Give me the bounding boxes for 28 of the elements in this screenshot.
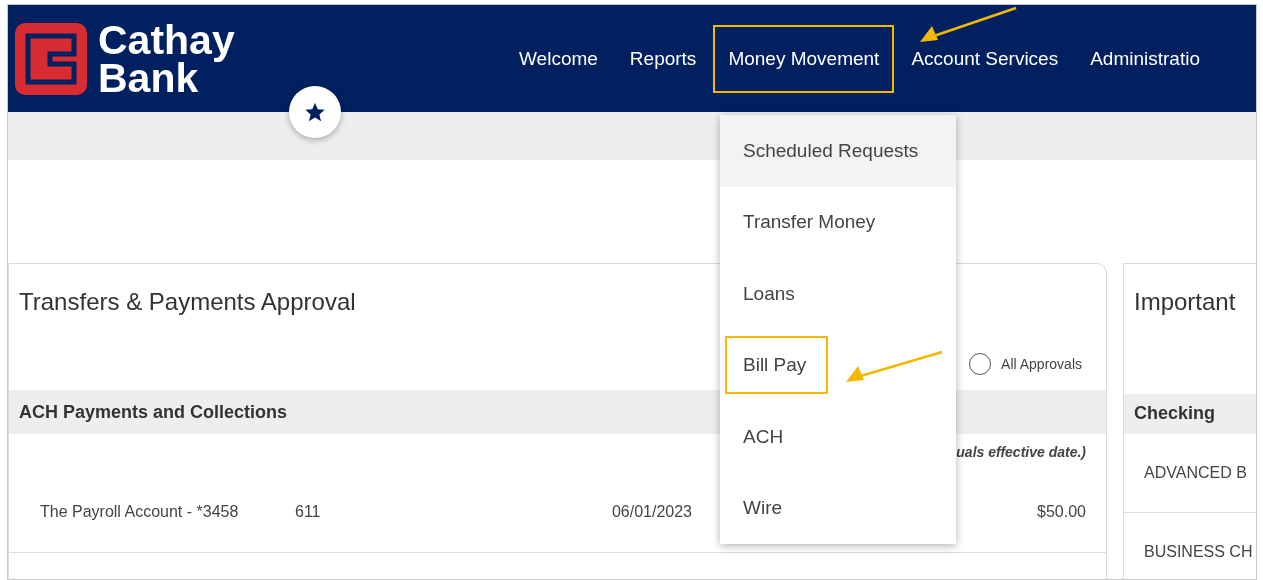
radio-label: All Approvals bbox=[1001, 356, 1082, 372]
nav-link[interactable]: Reports bbox=[614, 24, 712, 93]
menu-label: Scheduled Requests bbox=[743, 139, 919, 162]
menu-item[interactable]: Wire bbox=[720, 472, 956, 544]
card-title: Transfers & Payments Approval bbox=[19, 288, 356, 315]
table-cell-text: $50.00 bbox=[1037, 503, 1087, 521]
menu-item[interactable]: ACH bbox=[720, 401, 956, 473]
table-cell-text: 611 bbox=[295, 503, 322, 521]
table-cell-text: 06/01/2023 bbox=[610, 503, 692, 521]
menu-label: Loans bbox=[743, 282, 795, 305]
menu-item[interactable]: Scheduled Requests bbox=[720, 115, 956, 187]
nav-link[interactable]: Administratio bbox=[1075, 24, 1215, 93]
bank-name: Cathay Bank bbox=[98, 20, 235, 97]
menu-label: Bill Pay bbox=[725, 336, 829, 395]
account-name: ADVANCED B bbox=[1144, 464, 1248, 483]
section-header: Checking bbox=[1124, 393, 1256, 435]
menu-item[interactable]: Transfer Money bbox=[720, 186, 956, 258]
account-name: BUSINESS CH bbox=[1144, 543, 1254, 562]
menu-label: Wire bbox=[743, 497, 783, 520]
menu-item[interactable]: Loans bbox=[720, 258, 956, 330]
nav-link[interactable]: Welcome bbox=[504, 24, 613, 93]
card-title: Important bbox=[1134, 288, 1236, 315]
table-cell-text: The Payroll Account - *3458 bbox=[40, 503, 240, 521]
nav-link[interactable]: Account Services bbox=[896, 24, 1074, 93]
menu-label: Transfer Money bbox=[743, 211, 876, 234]
menu-item[interactable]: Bill Pay bbox=[720, 329, 956, 401]
nav-link[interactable]: Money Movement bbox=[713, 24, 895, 93]
note-text: uals effective date.) bbox=[956, 444, 1086, 460]
